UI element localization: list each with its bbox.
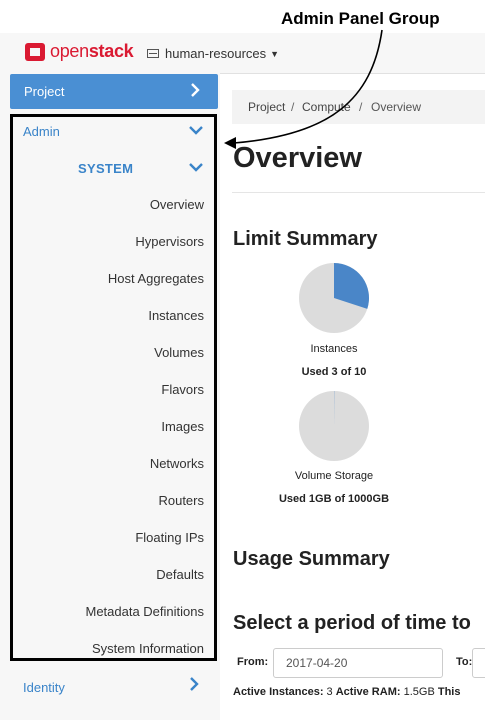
project-list-icon (147, 49, 159, 58)
sidebar-group-system[interactable]: SYSTEM (78, 161, 133, 176)
openstack-logo[interactable]: openstack (25, 41, 134, 62)
top-navbar: openstack human-resources ▼ (0, 33, 485, 74)
active-instances-value: 3 (326, 686, 333, 698)
volume-storage-used-text: Used 1GB of 1000GB (278, 493, 390, 505)
to-date-input[interactable] (472, 648, 485, 678)
from-label: From: (237, 656, 269, 668)
usage-summary-heading: Usage Summary (233, 548, 390, 570)
from-date-input[interactable]: 2017-04-20 (273, 648, 443, 678)
sidebar-item-admin[interactable]: Admin (23, 124, 60, 139)
sidebar: Project Admin SYSTEM Overview Hypervisors… (0, 73, 220, 720)
active-summary-line: Active Instances: 3 Active RAM: 1.5GB Th… (233, 686, 460, 698)
annotation-label: Admin Panel Group (281, 9, 440, 28)
sidebar-item-project[interactable]: Project (10, 74, 218, 109)
sidebar-item-identity[interactable]: Identity (23, 680, 65, 695)
chevron-down-icon[interactable] (189, 122, 203, 140)
instances-used-text: Used 3 of 10 (301, 366, 367, 378)
instances-label: Instances (310, 343, 358, 355)
volume-storage-label: Volume Storage (294, 470, 374, 482)
active-ram-value: 1.5GB (403, 686, 435, 698)
chevron-right-icon (190, 83, 200, 100)
sidebar-item-hypervisors[interactable]: Hypervisors (135, 234, 204, 249)
period-heading: Select a period of time to (233, 612, 471, 634)
sidebar-item-defaults[interactable]: Defaults (156, 567, 204, 582)
limit-summary-heading: Limit Summary (233, 228, 378, 250)
sidebar-item-images[interactable]: Images (161, 419, 204, 434)
sidebar-item-volumes[interactable]: Volumes (154, 345, 204, 360)
sidebar-item-flavors[interactable]: Flavors (161, 382, 204, 397)
title-divider (232, 192, 485, 193)
active-instances-label: Active Instances: (233, 686, 324, 698)
breadcrumb-item-project[interactable]: Project (248, 100, 285, 114)
breadcrumb: Project / Compute / Overview (232, 90, 485, 124)
breadcrumb-item-compute[interactable]: Compute (302, 100, 351, 114)
chevron-right-icon[interactable] (189, 677, 199, 696)
sidebar-item-networks[interactable]: Networks (150, 456, 204, 471)
sidebar-item-metadata-definitions[interactable]: Metadata Definitions (85, 604, 204, 619)
volume-storage-pie-chart (299, 390, 369, 461)
sidebar-item-host-aggregates[interactable]: Host Aggregates (108, 271, 204, 286)
sidebar-item-instances[interactable]: Instances (148, 308, 204, 323)
caret-down-icon: ▼ (270, 48, 280, 59)
sidebar-item-routers[interactable]: Routers (158, 493, 204, 508)
instances-pie-chart (299, 263, 370, 333)
project-selector[interactable]: human-resources ▼ (147, 46, 279, 61)
sidebar-item-overview[interactable]: Overview (150, 197, 204, 212)
sidebar-project-label: Project (24, 84, 65, 99)
to-label: To: (456, 656, 473, 668)
page-title: Overview (233, 142, 362, 174)
sidebar-item-floating-ips[interactable]: Floating IPs (135, 530, 204, 545)
sidebar-item-system-information[interactable]: System Information (92, 641, 204, 656)
brand-stack-text: stack (88, 41, 134, 61)
chevron-down-icon[interactable] (189, 159, 203, 177)
active-ram-label: Active RAM: (335, 686, 401, 698)
project-selector-label: human-resources (165, 46, 267, 61)
active-this-label: This (437, 686, 461, 698)
breadcrumb-item-overview: Overview (371, 100, 422, 114)
openstack-logo-icon (25, 42, 45, 61)
brand-open-text: open (50, 41, 89, 61)
